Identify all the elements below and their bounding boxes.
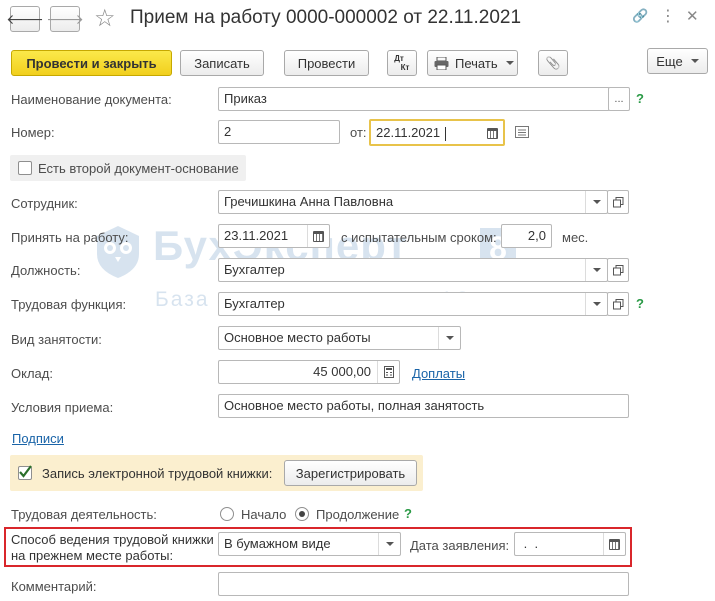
open-window-icon	[612, 298, 623, 309]
labor-function-open-button[interactable]	[607, 292, 629, 316]
more-vertical-icon[interactable]: ⋮	[660, 6, 676, 26]
trial-period-field[interactable]: 2,0	[501, 224, 552, 248]
printer-icon	[434, 56, 449, 70]
dt-kt-icon: Дт	[394, 54, 404, 63]
dt-kt-button[interactable]: Дт Кт	[387, 50, 417, 76]
hire-date-label: Принять на работу:	[11, 230, 129, 245]
position-field[interactable]: Бухгалтер	[218, 258, 608, 282]
labor-function-label: Трудовая функция:	[11, 297, 127, 312]
hire-calendar-button[interactable]	[307, 225, 329, 247]
doc-name-field[interactable]: Приказ	[218, 87, 610, 111]
activity-continue-label: Продолжение	[316, 507, 400, 522]
page-title: Прием на работу 0000-000002 от 22.11.202…	[130, 7, 522, 28]
number-field[interactable]: 2	[218, 120, 340, 144]
more-button[interactable]: Еще	[647, 48, 708, 74]
chevron-down-icon	[445, 336, 454, 340]
employee-field[interactable]: Гречишкина Анна Павловна	[218, 190, 608, 214]
book-method-label-line2: на прежнем месте работы:	[11, 548, 174, 563]
document-date-field[interactable]: 22.11.2021	[369, 119, 505, 146]
history-icon[interactable]	[515, 126, 529, 138]
help-icon[interactable]: ?	[636, 91, 644, 106]
chevron-down-icon	[592, 200, 601, 204]
post-and-close-button[interactable]: Провести и закрыть	[11, 50, 172, 76]
chevron-down-icon	[592, 268, 601, 272]
employment-type-label: Вид занятости:	[11, 332, 102, 347]
activity-start-label: Начало	[241, 507, 287, 522]
hire-date-field[interactable]: 23.11.2021	[218, 224, 330, 248]
employee-label: Сотрудник:	[11, 196, 78, 211]
conditions-field[interactable]: Основное место работы, полная занятость	[218, 394, 629, 418]
arrow-right-icon: 🡒	[46, 10, 84, 27]
position-open-button[interactable]	[607, 258, 629, 282]
attach-button[interactable]: 📎	[538, 50, 568, 76]
save-button[interactable]: Записать	[180, 50, 264, 76]
doc-name-label: Наименование документа:	[11, 92, 172, 107]
paperclip-icon: 📎	[545, 56, 561, 70]
trial-label: с испытательным сроком:	[341, 230, 497, 245]
back-button[interactable]: 🡐	[6, 6, 44, 32]
doc-name-select-button[interactable]: ...	[608, 87, 630, 111]
help-icon[interactable]: ?	[404, 506, 412, 521]
salary-label: Оклад:	[11, 366, 53, 381]
application-date-label: Дата заявления:	[410, 538, 510, 553]
trial-unit-label: мес.	[562, 230, 589, 245]
open-window-icon	[612, 264, 623, 275]
book-method-field[interactable]: В бумажном виде	[218, 532, 401, 556]
position-dropdown[interactable]	[585, 259, 607, 281]
salary-calculator-button[interactable]	[377, 361, 399, 383]
calculator-icon	[383, 366, 394, 378]
number-label: Номер:	[11, 125, 55, 140]
position-label: Должность:	[11, 263, 81, 278]
open-window-icon	[612, 196, 623, 207]
calendar-button[interactable]	[481, 122, 503, 144]
chevron-down-icon	[385, 542, 394, 546]
employment-type-field[interactable]: Основное место работы	[218, 326, 461, 350]
signatures-link[interactable]: Подписи	[12, 431, 64, 446]
salary-field[interactable]: 45 000,00	[218, 360, 400, 384]
link-icon[interactable]: 🔗	[632, 8, 648, 24]
activity-continue-radio[interactable]	[295, 507, 309, 521]
second-doc-label: Есть второй документ-основание	[38, 161, 239, 176]
arrow-left-icon: 🡐	[6, 10, 44, 27]
book-method-label-line1: Способ ведения трудовой книжки	[11, 532, 214, 547]
conditions-label: Условия приема:	[11, 400, 114, 415]
labor-activity-label: Трудовая деятельность:	[11, 507, 157, 522]
forward-button[interactable]: 🡒	[46, 6, 84, 32]
comment-label: Комментарий:	[11, 579, 97, 594]
calendar-icon	[486, 127, 498, 139]
second-doc-checkbox[interactable]	[18, 161, 32, 175]
print-button[interactable]: Печать	[427, 50, 518, 76]
activity-start-radio[interactable]	[220, 507, 234, 521]
employee-dropdown[interactable]	[585, 191, 607, 213]
calendar-icon	[313, 230, 324, 242]
surcharges-link[interactable]: Доплаты	[412, 366, 465, 381]
chevron-down-icon	[505, 61, 514, 65]
checkmark-icon	[19, 465, 32, 478]
post-button[interactable]: Провести	[284, 50, 369, 76]
register-button[interactable]: Зарегистрировать	[284, 460, 417, 486]
application-calendar-button[interactable]	[603, 533, 625, 555]
labor-function-dropdown[interactable]	[585, 293, 607, 315]
close-icon[interactable]: ✕	[686, 7, 699, 25]
comment-field[interactable]	[218, 572, 629, 596]
chevron-down-icon	[690, 59, 699, 63]
application-date-field[interactable]: . .	[514, 532, 626, 556]
employee-open-button[interactable]	[607, 190, 629, 214]
etk-checkbox[interactable]	[18, 465, 32, 480]
help-icon[interactable]: ?	[636, 296, 644, 311]
favorite-star-icon[interactable]: ☆	[94, 4, 116, 33]
chevron-down-icon	[592, 302, 601, 306]
employment-type-dropdown[interactable]	[438, 327, 460, 349]
labor-function-field[interactable]: Бухгалтер	[218, 292, 608, 316]
book-method-dropdown[interactable]	[378, 533, 400, 555]
etk-label: Запись электронной трудовой книжки:	[42, 466, 273, 481]
date-from-label: от:	[350, 125, 367, 140]
calendar-icon	[609, 538, 620, 550]
